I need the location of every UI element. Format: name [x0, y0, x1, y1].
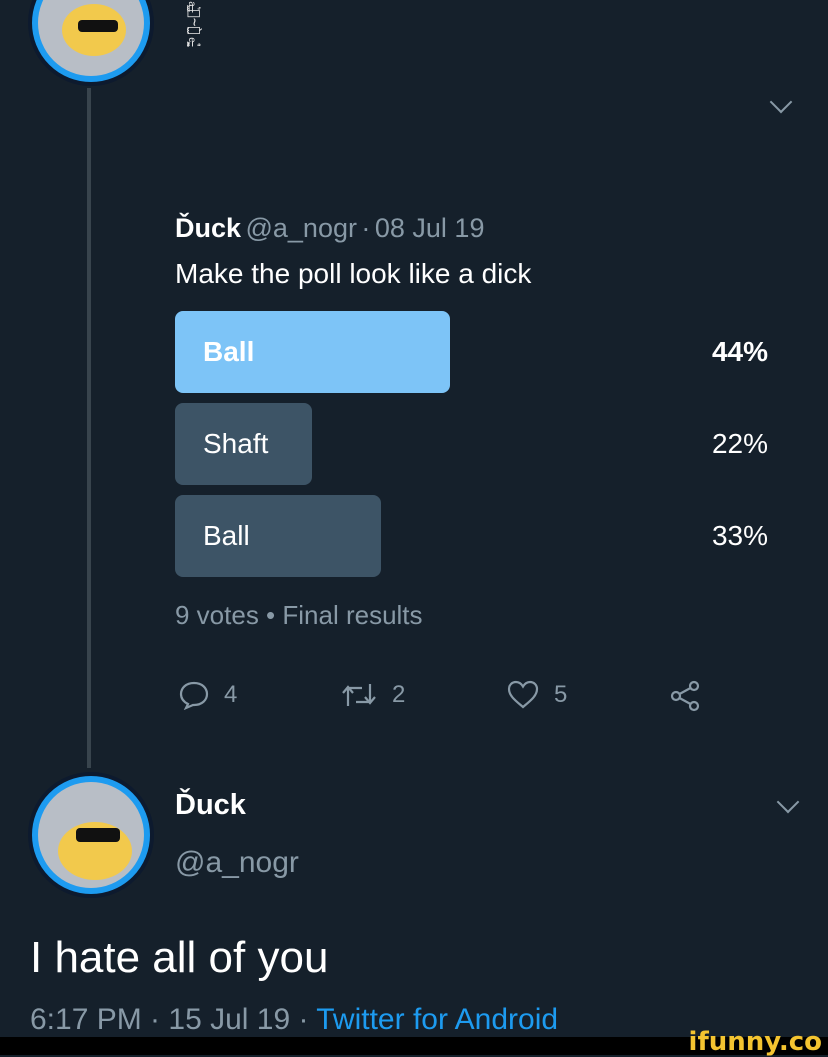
tweet-date[interactable]: 08 Jul 19: [375, 213, 485, 243]
poll-option-label: Ball: [203, 336, 255, 367]
poll-option-label: Shaft: [203, 428, 269, 459]
glitch-display-name: ₐ̶͚͇͛ꙩ̴̫̀⃕ₑ̵̛̰͓͖͑: [186, 0, 202, 46]
retweet-count: 2: [392, 681, 406, 708]
tweet-header: Ďuck @a_nogr · 08 Jul 19: [175, 213, 484, 244]
tweet-text: Make the poll look like a dick: [175, 258, 532, 289]
separator: ·: [361, 213, 371, 243]
handle[interactable]: @a_nogr: [245, 213, 356, 243]
chevron-down-icon[interactable]: [769, 90, 793, 114]
avatar[interactable]: [28, 772, 154, 898]
poll-summary: 9 votes • Final results: [175, 600, 423, 630]
reply-icon: [179, 681, 209, 710]
display-name[interactable]: Ďuck: [175, 213, 241, 243]
tweet-time: 6:17 PM · 15 Jul 19 ·: [30, 1003, 317, 1036]
poll-option-percent: 44%: [711, 336, 768, 367]
share-icon: [670, 680, 700, 712]
client-link[interactable]: Twitter for Android: [316, 1003, 558, 1036]
tweet-timestamp: 6:17 PM · 15 Jul 19 · Twitter for Androi…: [30, 1003, 558, 1037]
like-count: 5: [554, 681, 568, 708]
retweet-button[interactable]: 2: [340, 680, 405, 710]
display-name[interactable]: Ďuck: [175, 789, 246, 822]
handle[interactable]: @a_nogr: [175, 846, 299, 880]
like-icon: [507, 680, 539, 709]
like-button[interactable]: 5: [506, 680, 567, 710]
poll-option-percent: 33%: [711, 520, 768, 551]
reply-button[interactable]: 4: [178, 680, 237, 710]
duck-avatar-image: [38, 782, 144, 888]
poll-option-label: Ball: [203, 520, 250, 551]
tweet-text: I hate all of you: [30, 933, 329, 982]
chevron-down-icon[interactable]: [776, 790, 800, 814]
retweet-icon: [342, 684, 376, 706]
poll-option-percent: 22%: [711, 428, 768, 459]
duck-avatar-image: [38, 0, 144, 76]
share-button[interactable]: [668, 680, 702, 712]
avatar[interactable]: [28, 0, 154, 86]
ifunny-watermark: ifunny.co: [688, 1027, 822, 1057]
thread-line: [87, 88, 91, 768]
reply-count: 4: [224, 681, 238, 708]
